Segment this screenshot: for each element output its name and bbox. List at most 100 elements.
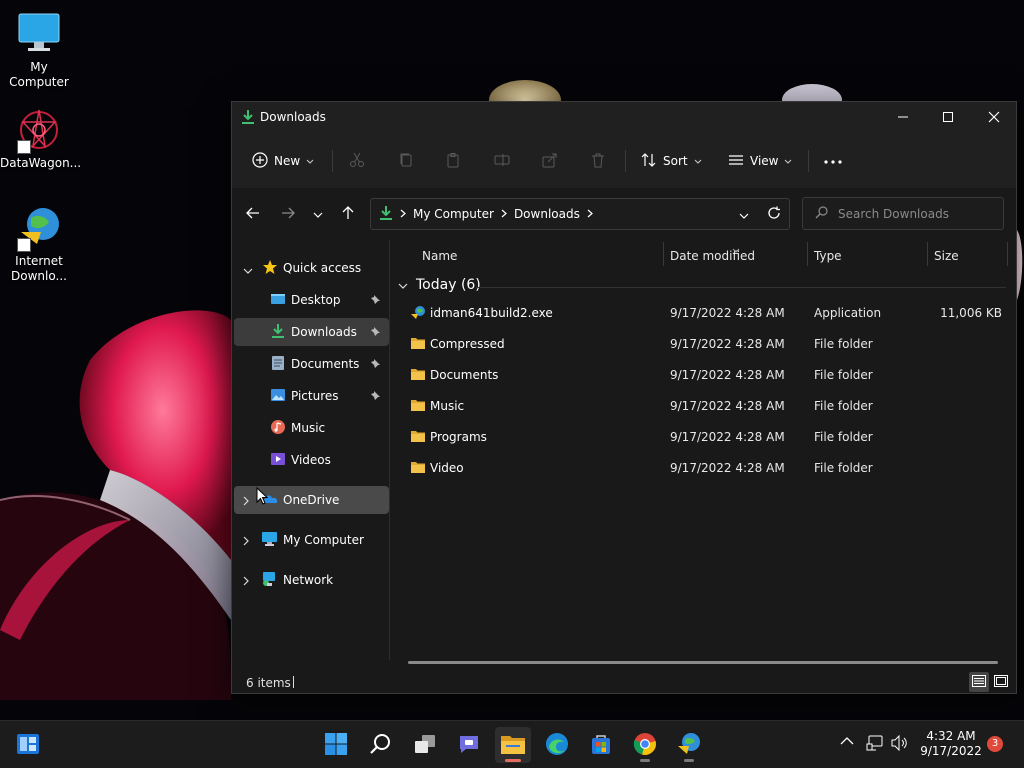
pin-icon[interactable]	[370, 294, 381, 308]
nav-item-videos[interactable]: Videos	[234, 446, 389, 474]
column-divider[interactable]	[927, 242, 928, 266]
desktop-icon-my-computer[interactable]: My Computer	[0, 10, 78, 90]
clock-time: 4:32 AM	[926, 729, 976, 743]
arrow-left-icon	[246, 207, 260, 222]
column-divider[interactable]	[807, 242, 808, 266]
nav-item-network[interactable]: Network	[234, 566, 389, 594]
up-button[interactable]	[336, 202, 360, 226]
chevron-down-icon	[694, 154, 702, 168]
delete-button[interactable]	[590, 146, 606, 176]
file-row[interactable]: Programs 9/17/2022 4:28 AM File folder	[402, 423, 1006, 453]
nav-quick-access[interactable]: Quick access	[234, 254, 389, 282]
folder-icon	[410, 336, 426, 353]
nav-item-music[interactable]: Music	[234, 414, 389, 442]
minimize-button[interactable]	[880, 102, 926, 132]
chrome-button[interactable]	[627, 727, 663, 763]
close-button[interactable]	[971, 102, 1017, 132]
title-bar[interactable]: Downloads	[232, 102, 1016, 132]
chevron-right-icon[interactable]	[243, 575, 249, 589]
nav-item-pictures[interactable]: Pictures	[234, 382, 389, 410]
group-header-today[interactable]: Today (6)	[398, 274, 481, 296]
network-tray-icon[interactable]	[866, 735, 884, 754]
chevron-down-icon[interactable]	[243, 263, 253, 277]
volume-icon[interactable]	[891, 734, 909, 754]
file-row[interactable]: idman641build2.exe 9/17/2022 4:28 AM App…	[402, 299, 1006, 329]
nav-label: OneDrive	[283, 493, 340, 507]
refresh-icon[interactable]	[767, 206, 781, 223]
large-icons-view-button[interactable]	[991, 672, 1011, 692]
toolbar-divider	[808, 150, 809, 172]
nav-item-my-computer[interactable]: My Computer	[234, 526, 389, 554]
search-button[interactable]	[362, 727, 398, 763]
chevron-up-icon[interactable]	[840, 735, 854, 749]
address-history-button[interactable]	[739, 208, 749, 222]
system-clock[interactable]: 4:32 AM 9/17/2022	[918, 729, 984, 759]
copy-button[interactable]	[398, 146, 414, 176]
paste-button[interactable]	[445, 146, 461, 176]
file-row[interactable]: Music 9/17/2022 4:28 AM File folder	[402, 392, 1006, 422]
pane-divider[interactable]	[389, 240, 390, 660]
edge-button[interactable]	[539, 727, 575, 763]
microsoft-store-button[interactable]	[583, 727, 619, 763]
back-button[interactable]	[241, 202, 265, 226]
column-divider[interactable]	[663, 242, 664, 266]
rename-button[interactable]	[494, 146, 510, 176]
cut-button[interactable]	[349, 146, 365, 176]
column-header-size[interactable]: Size	[934, 240, 959, 272]
mouse-cursor-icon	[256, 486, 269, 508]
column-header-date-modified[interactable]: Date modified	[670, 240, 755, 272]
pin-icon[interactable]	[370, 326, 381, 340]
address-bar[interactable]: My Computer Downloads	[370, 198, 790, 230]
taskbar: 4:32 AM 9/17/2022 3	[0, 720, 1024, 768]
pin-icon[interactable]	[370, 358, 381, 372]
nav-item-documents[interactable]: Documents	[234, 350, 389, 378]
breadcrumb-my-computer[interactable]: My Computer	[413, 207, 494, 221]
recent-locations-button[interactable]	[306, 202, 330, 226]
breadcrumb-chevron-icon[interactable]	[587, 207, 593, 221]
details-view-button[interactable]	[969, 672, 989, 692]
file-explorer-taskbar-button[interactable]	[495, 727, 531, 763]
column-header-type[interactable]: Type	[814, 240, 842, 272]
notification-badge[interactable]: 3	[987, 736, 1003, 752]
breadcrumb-downloads[interactable]: Downloads	[514, 207, 580, 221]
idm-taskbar-button[interactable]	[671, 727, 707, 763]
pin-icon[interactable]	[370, 390, 381, 404]
teams-chat-button[interactable]	[451, 727, 487, 763]
search-box[interactable]	[802, 197, 1004, 230]
file-row[interactable]: Documents 9/17/2022 4:28 AM File folder	[402, 361, 1006, 391]
file-name: Compressed	[430, 337, 505, 351]
new-button[interactable]: New	[252, 146, 314, 176]
file-date: 9/17/2022 4:28 AM	[670, 430, 785, 444]
forward-button[interactable]	[276, 202, 300, 226]
view-button[interactable]: View	[728, 146, 792, 176]
file-row[interactable]: Compressed 9/17/2022 4:28 AM File folder	[402, 330, 1006, 360]
toolbar-divider	[625, 150, 626, 172]
horizontal-scrollbar[interactable]	[408, 661, 998, 664]
nav-item-desktop[interactable]: Desktop	[234, 286, 389, 314]
show-desktop-widget-button[interactable]	[10, 727, 46, 763]
file-explorer-window: Downloads New Sort View My Computer Down…	[231, 101, 1017, 694]
search-input[interactable]	[838, 206, 998, 221]
desktop-icon-datawagon[interactable]: DataWagon...	[0, 106, 81, 171]
shortcut-arrow-icon	[17, 140, 31, 154]
maximize-button[interactable]	[925, 102, 971, 132]
chevron-down-icon	[306, 154, 314, 168]
share-button[interactable]	[542, 146, 558, 176]
nav-item-downloads[interactable]: Downloads	[234, 318, 389, 346]
chevron-right-icon[interactable]	[243, 535, 249, 549]
clipboard-icon	[445, 152, 461, 171]
desktop-icon-internet-download-manager[interactable]: Internet Downlo...	[0, 204, 78, 284]
thumbnail-view-icon	[994, 674, 1008, 690]
column-divider[interactable]	[1007, 242, 1008, 266]
column-header-name[interactable]: Name	[422, 240, 457, 272]
sort-button[interactable]: Sort	[641, 146, 702, 176]
chevron-right-icon[interactable]	[243, 495, 249, 509]
start-button[interactable]	[318, 727, 354, 763]
file-row[interactable]: Video 9/17/2022 4:28 AM File folder	[402, 454, 1006, 484]
plus-circle-icon	[252, 151, 268, 171]
idm-globe-icon	[15, 204, 63, 252]
file-type: File folder	[814, 368, 873, 382]
running-indicator	[505, 759, 521, 762]
more-options-button[interactable]	[824, 146, 842, 176]
task-view-button[interactable]	[407, 727, 443, 763]
